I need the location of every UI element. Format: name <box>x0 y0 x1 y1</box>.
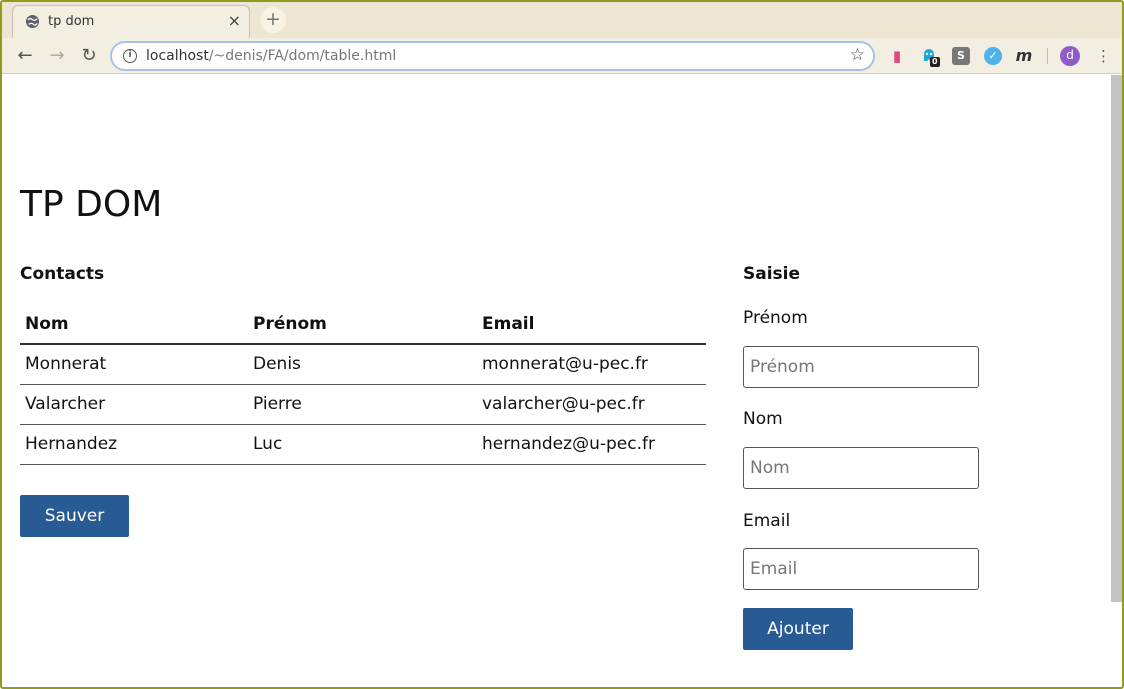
extension-ghost-icon[interactable]: 0 <box>920 47 940 67</box>
reload-icon[interactable]: ↻ <box>78 45 100 67</box>
prenom-input[interactable] <box>743 346 979 388</box>
column-header-prenom: Prénom <box>248 304 477 345</box>
bookmark-star-icon[interactable]: ☆ <box>850 45 865 65</box>
tab-title: tp dom <box>48 14 95 29</box>
contacts-heading: Contacts <box>20 264 105 284</box>
url-path: /~denis/FA/dom/table.html <box>208 48 397 64</box>
nom-input[interactable] <box>743 447 979 489</box>
column-header-nom: Nom <box>20 304 248 345</box>
ghost-badge: 0 <box>930 57 940 67</box>
table-row: Monnerat Denis monnerat@u-pec.fr <box>20 344 706 385</box>
nom-label: Nom <box>743 409 783 429</box>
cell-nom: Hernandez <box>20 424 248 465</box>
back-icon[interactable]: ← <box>14 45 36 67</box>
page-title: TP DOM <box>20 184 163 225</box>
cell-prenom: Pierre <box>248 384 477 425</box>
table-header-row: Nom Prénom Email <box>20 304 706 345</box>
page-scrollbar[interactable] <box>1111 75 1122 602</box>
cell-nom: Valarcher <box>20 384 248 425</box>
extension-pink-icon[interactable]: ▮ <box>888 47 906 65</box>
toolbar-divider <box>1047 48 1048 64</box>
new-tab-button[interactable]: + <box>260 7 286 33</box>
email-label: Email <box>743 511 791 531</box>
contacts-table: Nom Prénom Email Monnerat Denis monnerat… <box>20 304 706 465</box>
address-bar[interactable]: i localhost/~denis/FA/dom/table.html ☆ <box>110 41 875 71</box>
profile-avatar[interactable]: d <box>1060 46 1080 66</box>
cell-prenom: Denis <box>248 344 477 385</box>
cell-email: valarcher@u-pec.fr <box>477 384 706 425</box>
cell-email: hernandez@u-pec.fr <box>477 424 706 465</box>
tab-close-icon[interactable]: × <box>228 11 241 30</box>
table-row: Hernandez Luc hernandez@u-pec.fr <box>20 424 706 465</box>
tab-strip: tp dom × + <box>2 2 1122 38</box>
extension-v-icon[interactable]: ✓ <box>984 47 1002 65</box>
extension-s-icon[interactable]: S <box>952 47 970 65</box>
browser-toolbar: ← → ↻ i localhost/~denis/FA/dom/table.ht… <box>2 38 1122 74</box>
forward-icon[interactable]: → <box>46 45 68 67</box>
page-content: TP DOM Contacts Nom Prénom Email Monnera… <box>2 75 1110 687</box>
extension-m-icon[interactable]: m <box>1015 47 1033 65</box>
url-text[interactable]: localhost/~denis/FA/dom/table.html <box>146 48 396 64</box>
cell-prenom: Luc <box>248 424 477 465</box>
add-button[interactable]: Ajouter <box>743 608 853 650</box>
info-icon[interactable]: i <box>123 49 137 63</box>
save-button[interactable]: Sauver <box>20 495 129 537</box>
cell-email: monnerat@u-pec.fr <box>477 344 706 385</box>
url-host: localhost <box>146 48 209 64</box>
column-header-email: Email <box>477 304 706 345</box>
cell-nom: Monnerat <box>20 344 248 385</box>
tab-tp-dom[interactable]: tp dom × <box>12 5 250 38</box>
browser-window: tp dom × + ← → ↻ i localhost/~denis/FA/d… <box>0 0 1124 689</box>
table-row: Valarcher Pierre valarcher@u-pec.fr <box>20 384 706 425</box>
saisie-heading: Saisie <box>743 264 801 284</box>
email-input[interactable] <box>743 548 979 590</box>
globe-icon <box>25 14 40 29</box>
prenom-label: Prénom <box>743 308 808 328</box>
menu-icon[interactable]: ⋮ <box>1096 46 1111 66</box>
